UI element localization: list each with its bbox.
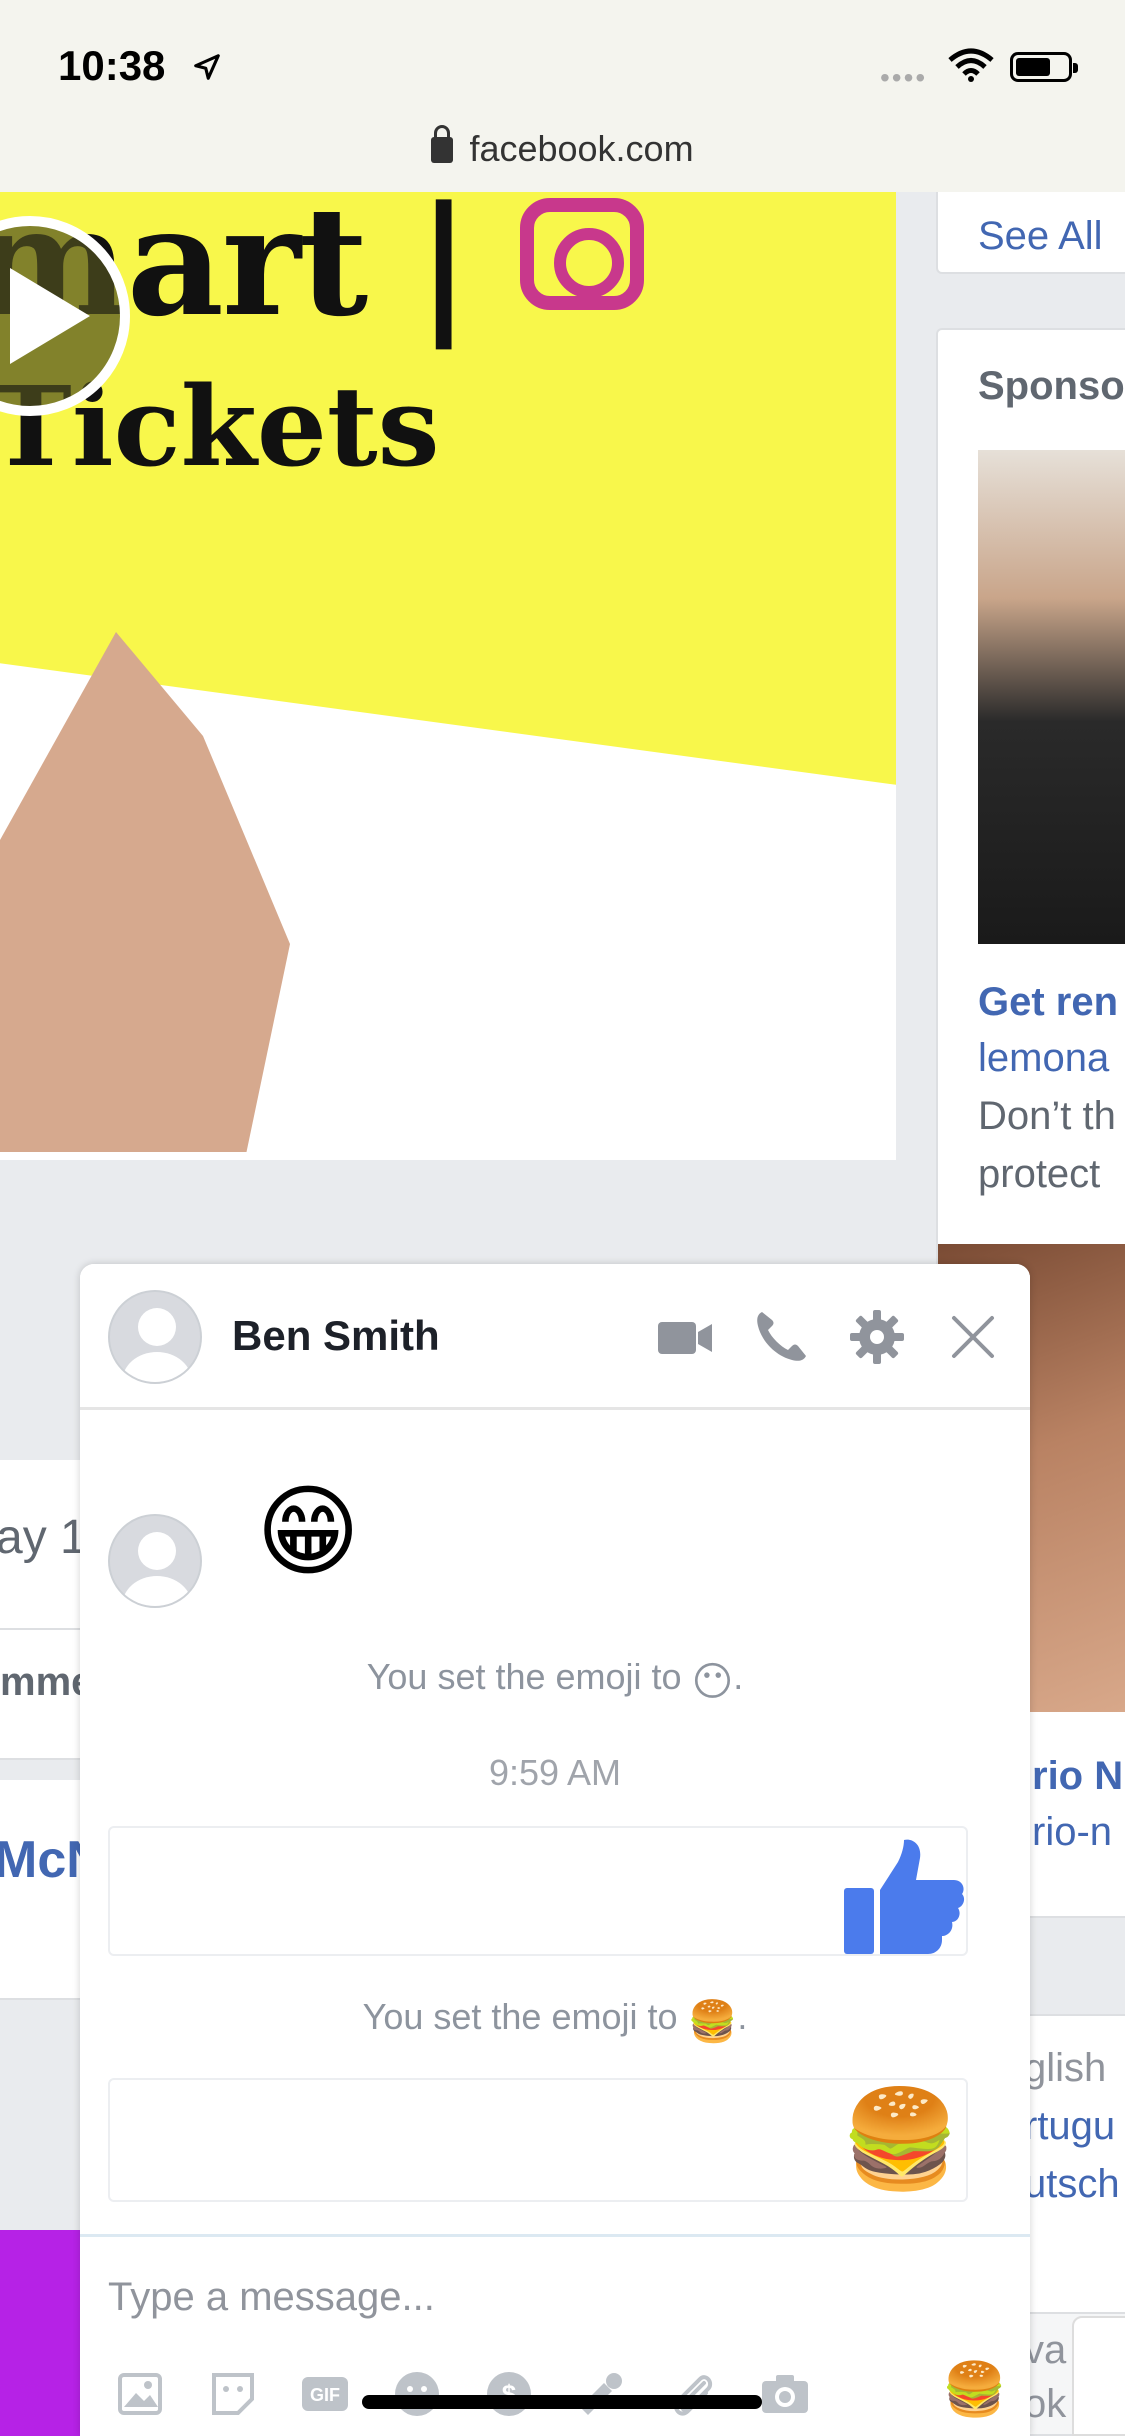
message-list[interactable]: 😁 You set the emoji to 😶. 9:59 AM You se… [80, 1410, 1030, 2234]
avatar[interactable] [108, 1290, 202, 1384]
footer-privacy-1[interactable]: va [1024, 2328, 1066, 2373]
system-message-emoji-change-2: You set the emoji to 🍔. [362, 1996, 748, 2044]
message-row-like [108, 1826, 968, 1956]
my-message-emoji: 🍔 [840, 2086, 960, 2193]
system-message-text: You set the emoji to [362, 1996, 678, 2037]
partner-avatar[interactable] [108, 1514, 202, 1608]
battery-icon [1010, 52, 1078, 82]
url-bar[interactable]: facebook.com [0, 125, 1125, 170]
status-time: 10:38 [58, 42, 166, 89]
url-text: facebook.com [469, 128, 694, 169]
svg-text:GIF: GIF [310, 2385, 340, 2405]
footer-privacy-2[interactable]: ok [1024, 2382, 1066, 2427]
camera-icon[interactable] [758, 2367, 812, 2421]
system-message-emoji: 🍔 [687, 2000, 738, 2044]
message-input[interactable] [108, 2267, 988, 2327]
timestamp: 9:59 AM [488, 1752, 622, 1793]
ad-title[interactable]: Get ren [978, 980, 1118, 1025]
sponsored-heading: Sponso [978, 364, 1125, 408]
post-date-fragment: ay 1 [0, 1511, 87, 1564]
gear-icon[interactable] [846, 1306, 908, 1368]
signal-icon: •••• [880, 62, 928, 93]
ad2-title[interactable]: rio N [1032, 1754, 1123, 1799]
chat-window: Ben Smith 😁 You set the emoji to 😶. 9:59… [80, 1264, 1030, 2436]
wifi-icon [948, 48, 994, 82]
see-all-link[interactable]: See All [978, 214, 1103, 259]
ad-domain[interactable]: lemona [978, 1036, 1109, 1081]
ad-image[interactable] [978, 450, 1125, 944]
chat-contact-name[interactable]: Ben Smith [232, 1312, 440, 1360]
language-english[interactable]: glish [1024, 2046, 1106, 2091]
payment-icon[interactable]: $ [482, 2367, 536, 2421]
partner-message-emoji: 😁 [256, 1476, 361, 1588]
chat-sidebar-button[interactable] [1072, 2316, 1125, 2436]
status-bar: 10:38 •••• facebook.com [0, 0, 1125, 192]
gif-icon[interactable]: GIF [298, 2367, 352, 2421]
system-message-emoji-change: You set the emoji to 😶. [366, 1656, 744, 1704]
close-icon[interactable] [942, 1306, 1004, 1368]
system-message-emoji: 😶 [691, 1660, 734, 1704]
ad2-domain[interactable]: rio-n [1032, 1810, 1112, 1855]
chat-header[interactable]: Ben Smith [80, 1264, 1030, 1410]
home-indicator[interactable] [362, 2395, 762, 2409]
video-call-icon[interactable] [654, 1306, 716, 1368]
phone-icon[interactable] [750, 1306, 812, 1368]
ad-body-2: protect [978, 1152, 1101, 1196]
emoji-picker-icon[interactable] [390, 2367, 444, 2421]
photo-icon[interactable] [114, 2367, 168, 2421]
game-icon[interactable] [574, 2367, 628, 2421]
message-row-burger: 🍔 [108, 2078, 968, 2202]
language-portuguese[interactable]: rtugu [1024, 2104, 1115, 2149]
location-arrow-icon [194, 54, 220, 80]
attachment-icon[interactable] [666, 2367, 720, 2421]
purple-banner [0, 2230, 80, 2436]
sticker-icon[interactable] [206, 2367, 260, 2421]
system-message-text: You set the emoji to [366, 1656, 682, 1697]
post-video[interactable]: mart | Tickets [0, 192, 896, 1160]
thumbs-up-icon[interactable] [842, 1836, 966, 1956]
lock-icon [431, 125, 454, 163]
quick-emoji-button[interactable]: 🍔 [942, 2359, 1007, 2420]
ad-body-1: Don’t th [978, 1094, 1116, 1138]
poster-figure [0, 632, 290, 1152]
instagram-icon [520, 198, 644, 310]
language-deutsch[interactable]: utsch [1024, 2162, 1120, 2207]
